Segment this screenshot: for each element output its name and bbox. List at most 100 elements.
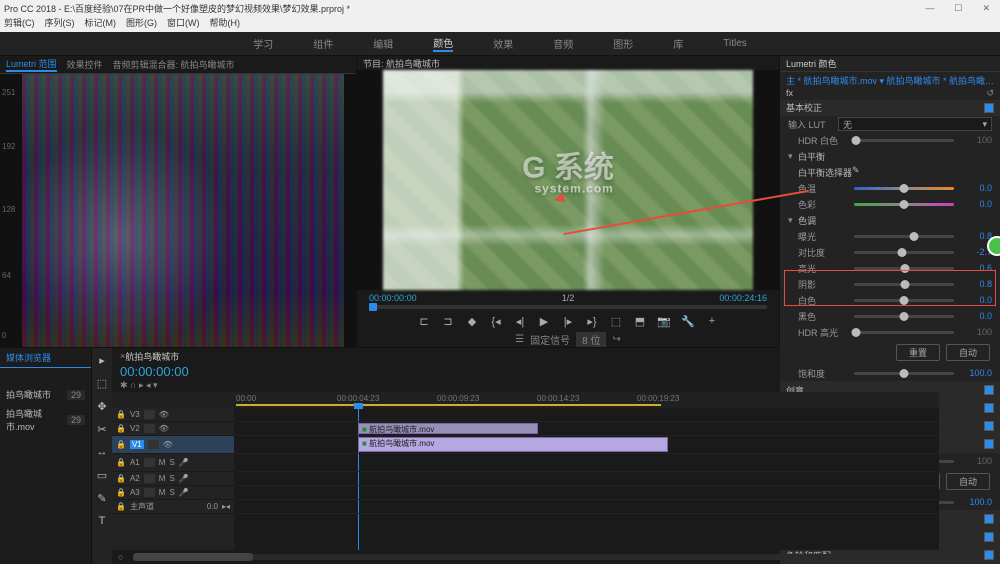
- mark-out-button[interactable]: ⊐: [441, 315, 455, 329]
- minimize-button[interactable]: —: [925, 3, 934, 14]
- tone-header[interactable]: ▾色调: [780, 212, 1000, 228]
- section-toggle[interactable]: [984, 514, 994, 524]
- fx-badge[interactable]: fx: [786, 88, 793, 98]
- fixed-value[interactable]: 8 位: [576, 332, 606, 347]
- menu-item[interactable]: 标记(M): [85, 16, 117, 32]
- saturation-slider[interactable]: [854, 372, 954, 375]
- shadows-slider[interactable]: [854, 283, 954, 286]
- contrast-slider[interactable]: [854, 251, 954, 254]
- white-balance-header[interactable]: ▾白平衡: [780, 148, 1000, 164]
- close-button[interactable]: ✕: [982, 3, 990, 14]
- export-frame-icon[interactable]: 📷: [657, 315, 671, 329]
- track-a3[interactable]: [234, 486, 939, 500]
- pen-tool[interactable]: ▭: [95, 469, 109, 483]
- section-toggle[interactable]: [984, 532, 994, 542]
- timeline-tracks[interactable]: ■ 航拍鸟瞰城市.mov ■ 航拍鸟瞰城市.mov: [234, 408, 939, 550]
- track-a2[interactable]: [234, 472, 939, 486]
- reset-button[interactable]: 重置: [896, 344, 940, 361]
- track-master[interactable]: [234, 500, 939, 514]
- workspace-tab[interactable]: Titles: [723, 38, 747, 49]
- lumetri-breadcrumb[interactable]: 主 * 航拍鸟瞰城市.mov ▾ 航拍鸟瞰城市 * 航拍鸟瞰…: [780, 72, 1000, 87]
- workspace-tab[interactable]: 音频: [553, 36, 573, 51]
- workspace-tab[interactable]: 颜色: [433, 35, 453, 52]
- timeline-zoom[interactable]: [133, 554, 917, 560]
- section-toggle[interactable]: [984, 403, 994, 413]
- workspace-tab[interactable]: 效果: [493, 36, 513, 51]
- timeline-ruler[interactable]: 00:0000:00:04:2300:00:09:2300:00:14:2300…: [112, 392, 939, 408]
- workspace-tab[interactable]: 库: [673, 36, 683, 51]
- track-header-v1[interactable]: 🔒V1👁: [112, 436, 234, 454]
- track-v2[interactable]: ■ 航拍鸟瞰城市.mov: [234, 422, 939, 436]
- input-lut-dropdown[interactable]: 无▾: [838, 117, 992, 131]
- go-in-button[interactable]: {◂: [489, 315, 503, 329]
- menu-item[interactable]: 帮助(H): [210, 16, 241, 32]
- extract-button[interactable]: ⬒: [633, 315, 647, 329]
- scope-tab[interactable]: 效果控件: [67, 58, 103, 71]
- workspace-tab[interactable]: 组件: [313, 36, 333, 51]
- maximize-button[interactable]: ☐: [954, 3, 962, 14]
- track-header-a2[interactable]: 🔒A2MS🎤: [112, 472, 234, 486]
- track-header-v3[interactable]: 🔒V3👁: [112, 408, 234, 422]
- tint-slider[interactable]: [854, 203, 954, 206]
- current-time[interactable]: 00:00:00:00: [369, 293, 417, 303]
- step-back-button[interactable]: ◂|: [513, 315, 527, 329]
- auto-button-2[interactable]: 自动: [946, 473, 990, 490]
- step-forward-button[interactable]: |▸: [561, 315, 575, 329]
- track-header-master[interactable]: 🔒主声道0.0▸◂: [112, 500, 234, 514]
- basic-correction-section[interactable]: 基本校正: [780, 100, 1000, 116]
- clip-v2[interactable]: ■ 航拍鸟瞰城市.mov: [358, 423, 538, 434]
- output-icon[interactable]: ↪: [612, 334, 620, 345]
- add-marker-icon[interactable]: ◆: [465, 315, 479, 329]
- signal-mode-icon[interactable]: ☰: [515, 334, 524, 345]
- clip-v1[interactable]: ■ 航拍鸟瞰城市.mov: [358, 437, 668, 452]
- section-toggle[interactable]: [984, 421, 994, 431]
- lift-button[interactable]: ⬚: [609, 315, 623, 329]
- scope-tab[interactable]: Lumetri 范围: [6, 57, 57, 72]
- menu-item[interactable]: 序列(S): [45, 16, 75, 32]
- section-toggle[interactable]: [984, 550, 994, 560]
- track-v3[interactable]: [234, 408, 939, 422]
- auto-button[interactable]: 自动: [946, 344, 990, 361]
- workspace-tab[interactable]: 图形: [613, 36, 633, 51]
- section-toggle[interactable]: [984, 385, 994, 395]
- whites-slider[interactable]: [854, 299, 954, 302]
- highlights-slider[interactable]: [854, 267, 954, 270]
- settings-plus-icon[interactable]: +: [705, 315, 719, 329]
- fit-dropdown[interactable]: 1/2: [562, 293, 575, 303]
- project-item[interactable]: 拍鸟瞰城市 29: [0, 385, 91, 404]
- type-tool[interactable]: T: [95, 515, 109, 529]
- track-a1[interactable]: [234, 454, 939, 472]
- menu-item[interactable]: 剪辑(C): [4, 16, 35, 32]
- exposure-slider[interactable]: [854, 235, 954, 238]
- scope-tab[interactable]: 音频剪辑混合器: 航拍鸟瞰城市: [113, 58, 235, 71]
- go-out-button[interactable]: ▸}: [585, 315, 599, 329]
- mark-in-button[interactable]: ⊏: [417, 315, 431, 329]
- reset-effect-icon[interactable]: ↺: [986, 88, 994, 99]
- track-header-a3[interactable]: 🔒A3MS🎤: [112, 486, 234, 500]
- safe-margins-icon[interactable]: 🔧: [681, 315, 695, 329]
- razor-tool[interactable]: ✂: [95, 423, 109, 437]
- project-item[interactable]: 拍鸟瞰城市.mov 29: [0, 404, 91, 436]
- sequence-title[interactable]: 航拍鸟瞰城市: [125, 350, 179, 363]
- ripple-tool[interactable]: ✥: [95, 400, 109, 414]
- hand-tool[interactable]: ✎: [95, 492, 109, 506]
- blacks-slider[interactable]: [854, 315, 954, 318]
- menu-item[interactable]: 窗口(W): [167, 16, 200, 32]
- track-select-tool[interactable]: ⬚: [95, 377, 109, 391]
- slip-tool[interactable]: ↔: [95, 446, 109, 460]
- track-v1[interactable]: ■ 航拍鸟瞰城市.mov: [234, 436, 939, 454]
- media-browser-tab[interactable]: 媒体浏览器: [0, 348, 91, 368]
- workspace-tab[interactable]: 学习: [253, 36, 273, 51]
- selection-tool[interactable]: ▸: [95, 354, 109, 368]
- track-header-v2[interactable]: 🔒V2👁: [112, 422, 234, 436]
- play-button[interactable]: ▶: [537, 315, 551, 329]
- video-preview[interactable]: [383, 70, 753, 290]
- basic-correction-toggle[interactable]: [984, 103, 994, 113]
- temperature-slider[interactable]: [854, 187, 954, 190]
- track-header-a1[interactable]: 🔒A1MS🎤: [112, 454, 234, 472]
- workspace-tab[interactable]: 编辑: [373, 36, 393, 51]
- program-slider[interactable]: [357, 305, 779, 313]
- section-toggle[interactable]: [984, 439, 994, 449]
- menu-item[interactable]: 图形(G): [126, 16, 157, 32]
- eyedropper-icon[interactable]: ✎: [852, 165, 866, 179]
